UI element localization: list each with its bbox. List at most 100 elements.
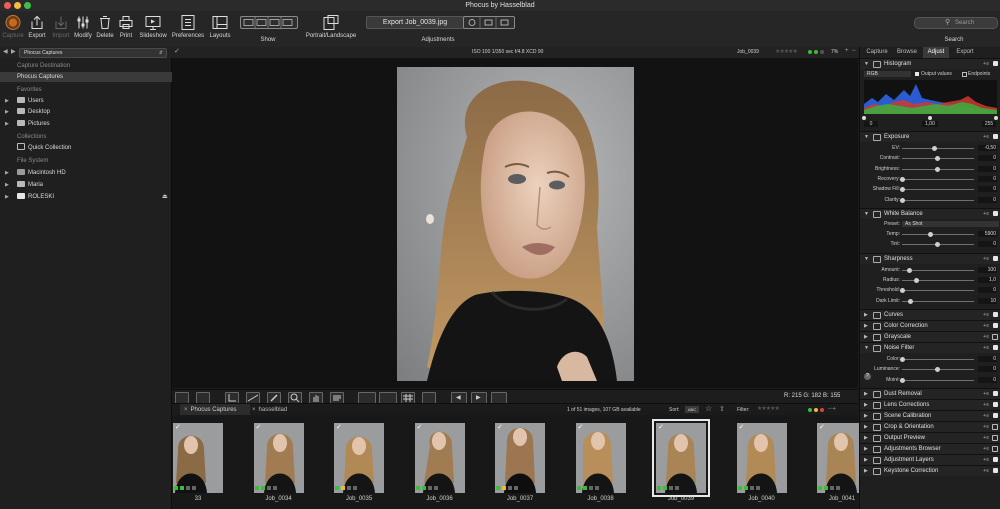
disclosure-open-icon[interactable]: ▼ [864,254,869,264]
sort-select[interactable]: ABC [685,406,699,413]
slider-knob[interactable] [900,288,905,294]
sharpness-section-header[interactable]: ▼ Sharpness +≡ [860,252,1000,264]
collapsed-tool-section-header[interactable]: ▶ Dust Removal +≡ [860,387,1000,399]
slider-value-field[interactable]: 1,0 [978,277,997,283]
filter-yellow-tag[interactable] [814,408,818,412]
checkmark-icon[interactable]: ✓ [417,423,423,431]
slider-value-field[interactable]: 0 [978,287,997,294]
disclosure-open-icon[interactable]: ▼ [864,343,869,353]
checkmark-icon[interactable]: ✓ [256,423,262,431]
options-icon[interactable]: +≡ [983,400,989,410]
layouts-button[interactable]: Layouts [207,14,233,39]
slider-track[interactable] [902,178,974,180]
collapsed-tool-section-header[interactable]: ▶ Scene Calibration +≡ [860,409,1000,421]
import-button[interactable]: Import [51,14,71,39]
color-tag-green-2[interactable] [814,50,818,54]
preferences-button[interactable]: Preferences [171,14,205,39]
options-icon[interactable]: +≡ [983,455,989,465]
disclosure-open-icon[interactable]: ▼ [864,59,869,69]
enable-checkbox[interactable] [993,467,998,473]
midpoint-field[interactable]: 1,00 [922,121,938,127]
thumbnail[interactable]: ✓ [173,423,223,493]
sort-direction-icon[interactable]: ⇧ [719,405,725,413]
tab-capture[interactable]: Capture [864,47,890,58]
enable-checkbox[interactable] [993,134,998,139]
checkmark-icon[interactable]: ✓ [658,423,664,431]
slider-value-field[interactable]: 0 [978,175,997,182]
favorite-item-pictures[interactable]: ▶ Pictures [0,119,188,129]
slider-knob[interactable] [907,267,912,273]
options-icon[interactable]: +≡ [983,343,989,353]
slider-track[interactable] [902,234,974,236]
slideshow-button[interactable]: Slideshow [137,14,169,39]
slider-knob[interactable] [900,356,905,362]
slider-value-field[interactable]: 0 [978,376,997,383]
options-icon[interactable]: +≡ [983,444,989,454]
slider-track[interactable] [902,290,974,292]
wb-preset-select[interactable]: As Shot [902,220,999,227]
options-icon[interactable]: +≡ [983,332,989,342]
options-icon[interactable]: +≡ [983,254,989,264]
slider-value-field[interactable]: 0 [978,186,997,193]
thumbnail[interactable]: ✓ [736,423,787,493]
zoom-in-icon[interactable]: + [845,48,849,54]
options-icon[interactable]: +≡ [983,59,989,69]
slider-track[interactable] [902,189,974,191]
collapsed-tool-section-header[interactable]: ▶ Crop & Orientation +≡ [860,420,1000,432]
slider-value-field[interactable]: 0 [978,355,997,362]
disclosure-open-icon[interactable]: ▼ [864,209,869,219]
options-icon[interactable]: +≡ [983,132,989,142]
slider-value-field[interactable]: 0 [978,196,997,203]
collapsed-tool-section-header[interactable]: ▶ Grayscale +≡ [860,330,1000,342]
slider-knob[interactable] [900,377,905,383]
close-window-button[interactable] [4,2,11,9]
enable-checkbox[interactable] [992,434,998,441]
disclosure-closed-icon[interactable]: ▶ [864,466,868,476]
show-view-selector[interactable] [240,16,298,29]
slider-value-field[interactable]: 10 [978,297,997,304]
slider-knob[interactable] [935,156,940,162]
color-tag-none[interactable] [820,50,824,54]
fs-item-maria[interactable]: ▶ Maria [0,180,188,190]
slider-knob[interactable] [928,232,933,238]
search-input[interactable]: ⚲ Search [914,17,998,29]
enable-checkbox[interactable] [992,333,998,340]
enable-checkbox[interactable] [993,61,998,66]
enable-checkbox[interactable] [992,423,998,430]
collapsed-tool-section-header[interactable]: ▶ Adjustments Browser +≡ [860,442,1000,454]
slider-knob[interactable] [914,278,919,283]
zoom-window-button[interactable] [24,2,31,9]
minimize-window-button[interactable] [14,2,21,9]
rating-stars[interactable]: ★★★★★ [775,48,798,55]
slider-value-field[interactable]: 0 [978,241,997,248]
zoom-out-icon[interactable]: − [852,48,856,54]
collapsed-tool-section-header[interactable]: ▶ Curves +≡ [860,308,1000,320]
slider-track[interactable] [902,358,974,360]
disclosure-closed-icon[interactable]: ▶ [864,332,868,342]
slider-knob[interactable] [900,197,905,203]
checkmark-icon[interactable]: ✓ [819,423,825,431]
slider-value-field[interactable]: 0 [978,155,997,162]
histogram-section-header[interactable]: ▼ Histogram +≡ [860,58,1000,69]
enable-checkbox[interactable] [993,401,998,407]
midpoint-handle[interactable] [928,116,932,120]
tab-browse[interactable]: Browse [894,47,920,58]
checkmark-icon[interactable]: ✓ [578,423,584,431]
slider-knob[interactable] [935,242,940,248]
collapsed-tool-section-header[interactable]: ▶ Output Preview +≡ [860,431,1000,443]
disclosure-triangle-icon[interactable]: ▶ [5,107,9,117]
print-button[interactable]: Print [117,14,135,39]
options-icon[interactable]: +≡ [983,422,989,432]
disclosure-closed-icon[interactable]: ▶ [864,310,868,320]
slider-value-field[interactable]: 5900 [978,231,997,238]
enable-checkbox[interactable] [992,445,998,452]
slider-value-field[interactable]: -0,50 [978,145,997,151]
options-icon[interactable]: +≡ [983,310,989,320]
checkmark-icon[interactable]: ✓ [497,423,503,431]
thumbnail[interactable]: ✓ [334,423,384,493]
slider-knob[interactable] [935,166,940,172]
black-point-field[interactable]: 0 [864,121,878,127]
slider-knob[interactable] [900,176,905,182]
capture-button[interactable]: Capture [2,14,24,39]
disclosure-closed-icon[interactable]: ▶ [864,455,868,465]
